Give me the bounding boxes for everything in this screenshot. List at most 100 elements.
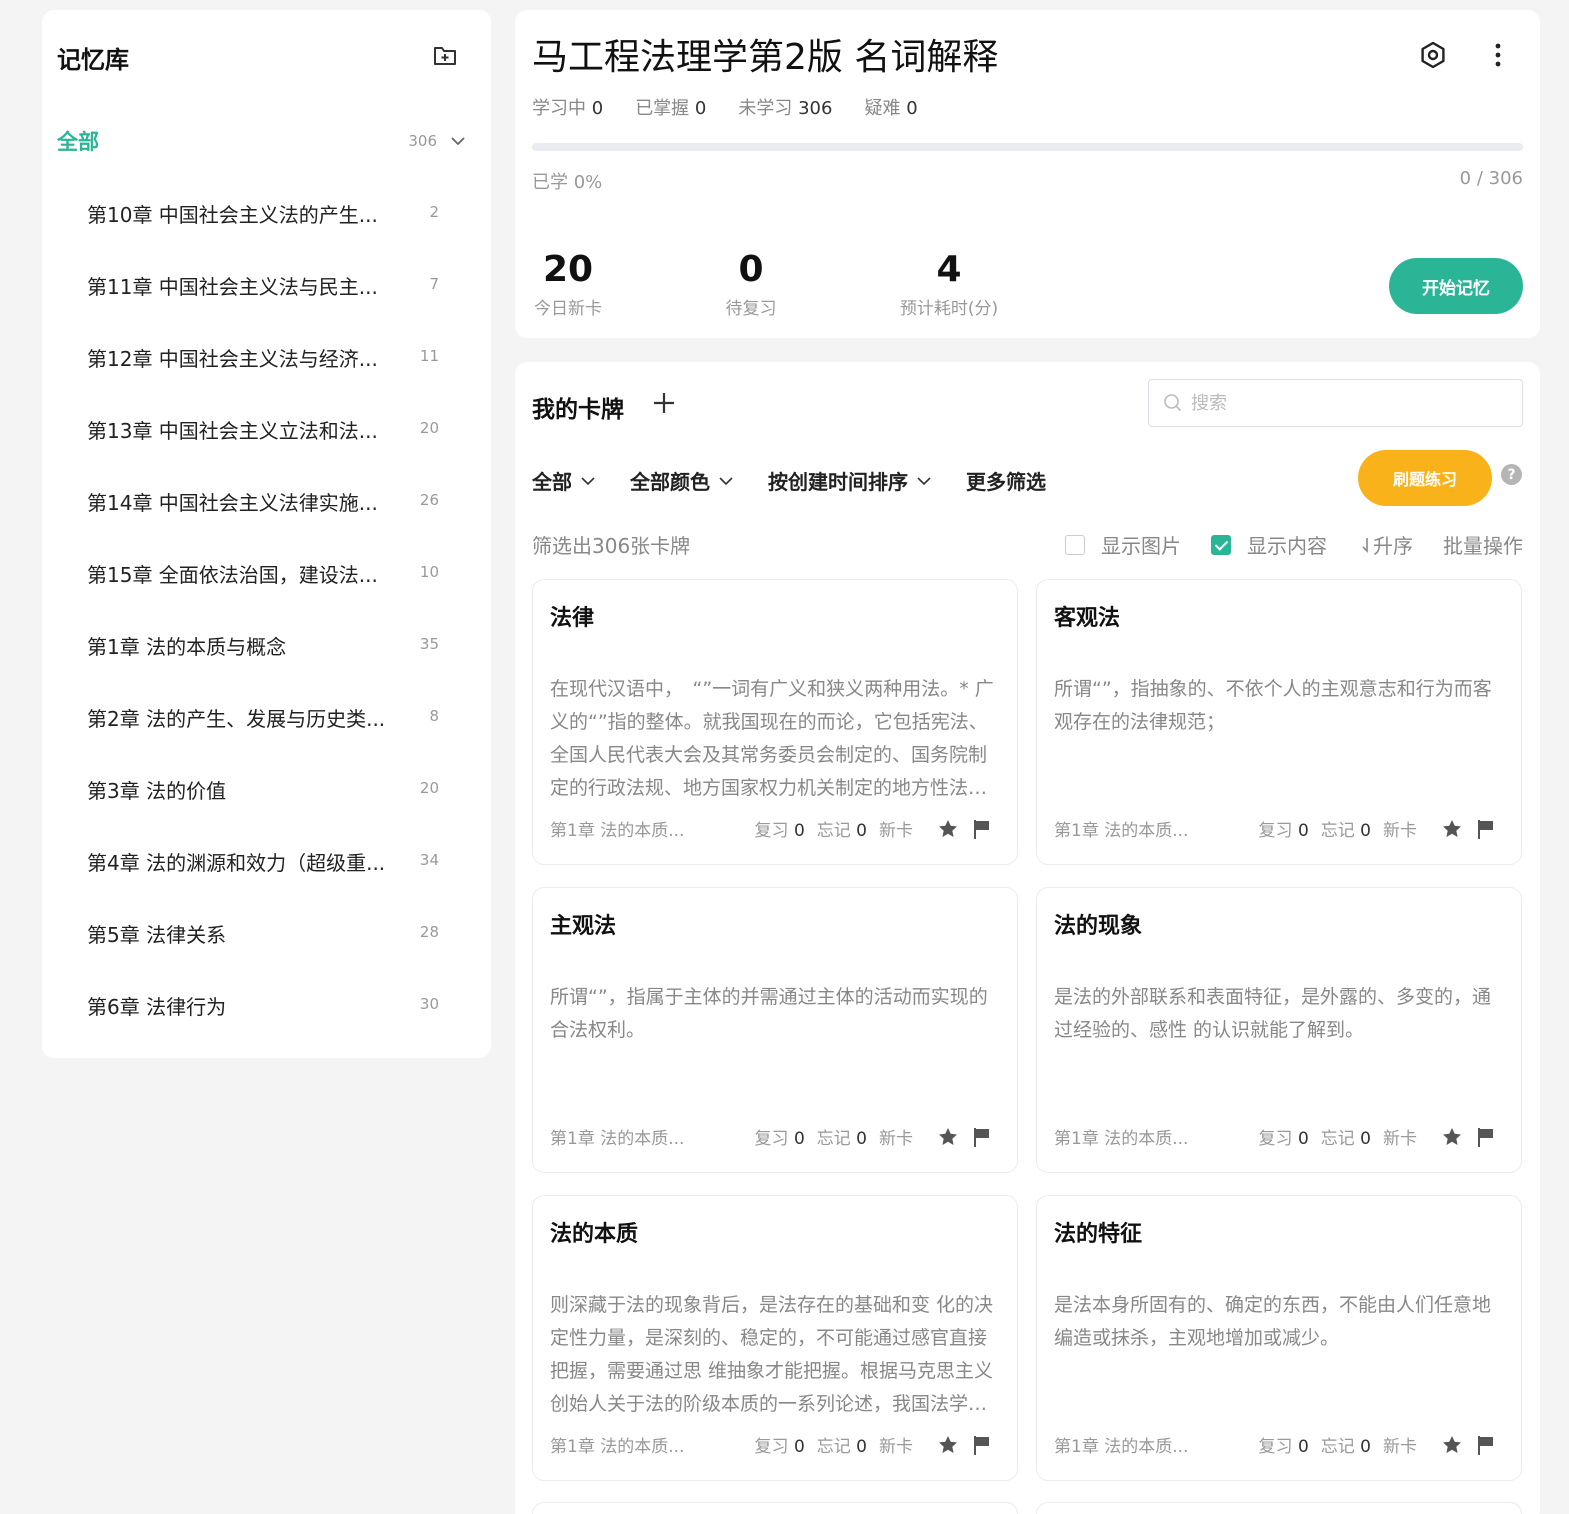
card-review-count: 复习 0 [754,821,805,841]
sidebar-item-label: 第13章 中国社会主义立法和法... [87,419,378,443]
sidebar-item-all[interactable]: 全部 306 [57,123,467,159]
card-footer: 第1章 法的本质... 复习 0 忘记 0 新卡 [1054,816,1497,841]
card-title: 法的现象 [1054,914,1143,939]
card-chapter: 第1章 法的本质... [1054,1129,1189,1149]
filter-sort[interactable]: 按创建时间排序 [768,466,932,495]
star-icon[interactable] [937,818,959,840]
card[interactable]: 客观法 所谓“”，指抽象的、不依个人的主观意志和行为而客观存在的法律规范； 第1章 … [1036,579,1522,865]
sidebar-item-count: 26 [419,491,439,509]
sidebar-item-count: 2 [429,203,439,221]
view-options: 显示图片 显示内容 升序 批量操作 [1035,530,1523,559]
sidebar-item[interactable]: 第4章 法的渊源和效力（超级重... 34 [42,836,491,908]
card[interactable]: 法律在现代汉语中， “”一词有广义和狭义两种用法。* 广义的“”指的整体。就我国… [532,579,1018,865]
sidebar-item[interactable]: 第1章 法的本质与概念 35 [42,620,491,692]
card-title: 主观法 [550,914,617,939]
card-review-count: 复习 0 [1258,1129,1309,1149]
card-chapter: 第1章 法的本质... [1054,821,1189,841]
sidebar-item-label: 第2章 法的产生、发展与历史类... [87,707,386,731]
flag-icon[interactable] [971,1434,993,1456]
filter-scope[interactable]: 全部 [532,466,596,495]
search-input[interactable] [1191,392,1511,414]
card[interactable]: 法的本质 则深藏于法的现象背后，是法存在的基础和变 化的决定性力量，是深刻的、稳定… [532,1195,1018,1481]
star-icon[interactable] [1441,1434,1463,1456]
sidebar-item[interactable]: 第2章 法的产生、发展与历史类... 8 [42,692,491,764]
practice-button[interactable]: 刷题练习 [1358,450,1492,506]
sidebar-item[interactable]: 第10章 中国社会主义法的产生... 2 [42,188,491,260]
add-folder-icon[interactable] [432,42,458,68]
batch-operation-button[interactable]: 批量操作 [1443,530,1523,559]
sidebar-item[interactable]: 第6章 法律行为 30 [42,980,491,1052]
show-content-checkbox[interactable] [1211,534,1231,555]
sidebar-item[interactable]: 第14章 中国社会主义法律实施... 26 [42,476,491,548]
sidebar-item-count: 7 [429,275,439,293]
star-icon[interactable] [937,1434,959,1456]
plus-icon[interactable] [651,390,677,416]
card-title: 法的特征 [1054,1222,1143,1247]
card[interactable]: 主观法 所谓“”，指属于主体的并需通过主体的活动而实现的合法权利。 第1章 法的本质… [532,887,1018,1173]
sidebar-item-count: 30 [419,995,439,1013]
help-icon[interactable]: ? [1501,464,1522,485]
stat-mastered: 已掌握 0 [635,98,707,119]
stat-unlearned: 未学习 306 [738,98,833,119]
card[interactable]: 法的特征 是法本身所固有的、确定的东西，不能由人们任意地编造或抹杀，主观地增加或减… [1036,1195,1522,1481]
show-image-checkbox[interactable] [1065,534,1085,555]
flag-icon[interactable] [971,1126,993,1148]
sidebar-item[interactable]: 第11章 中国社会主义法与民主... 7 [42,260,491,332]
more-filters-button[interactable]: 更多筛选 [966,466,1046,495]
flag-icon[interactable] [1475,1126,1497,1148]
sort-arrow-icon [1362,537,1368,553]
show-image-toggle[interactable]: 显示图片 [1065,530,1181,559]
sidebar-item-label: 第12章 中国社会主义法与经济... [87,347,378,371]
star-icon[interactable] [1441,1126,1463,1148]
show-content-toggle[interactable]: 显示内容 [1211,530,1327,559]
gear-icon[interactable] [1418,40,1448,70]
card[interactable] [532,1502,1018,1514]
filter-color[interactable]: 全部颜色 [630,466,734,495]
sidebar-title: 记忆库 [57,46,129,74]
star-icon[interactable] [937,1126,959,1148]
card-title: 客观法 [1054,606,1121,631]
sidebar-item-count: 20 [419,779,439,797]
sidebar-item-label: 第10章 中国社会主义法的产生... [87,203,378,227]
chevron-down-icon[interactable] [449,132,467,150]
sidebar-item-label: 第14章 中国社会主义法律实施... [87,491,378,515]
card[interactable]: 法的现象 是法的外部联系和表面特征，是外露的、多变的，通过经验的、感性 的认识就能… [1036,887,1522,1173]
progress-bar [532,143,1523,151]
sidebar-item-count: 20 [419,419,439,437]
chevron-down-icon [581,476,595,485]
page-title: 马工程法理学第2版 名词解释 [532,37,999,78]
sidebar-item-count: 34 [419,851,439,869]
sidebar-list: 第10章 中国社会主义法的产生... 2 第11章 中国社会主义法与民主... 7 … [42,188,491,1052]
cards-title: 我的卡牌 [532,397,624,423]
sidebar-item[interactable]: 第12章 中国社会主义法与经济... 11 [42,332,491,404]
sidebar-item-count: 11 [419,347,439,365]
card-title: 法的本质 [550,1222,639,1247]
flag-icon[interactable] [1475,1434,1497,1456]
filter-count: 筛选出306张卡牌 [532,534,691,558]
sidebar-item[interactable]: 第5章 法律关系 28 [42,908,491,980]
sidebar-item-label: 第11章 中国社会主义法与民主... [87,275,378,299]
card[interactable] [1036,1502,1522,1514]
card-forget-count: 忘记 0 [1320,1129,1371,1149]
sidebar-item-count: 10 [419,563,439,581]
deck-panel: 马工程法理学第2版 名词解释 学习中 0 已掌握 0 未学习 306 疑难 0 … [515,10,1540,338]
more-vertical-icon[interactable] [1483,40,1513,70]
start-memorize-button[interactable]: 开始记忆 [1389,258,1523,314]
sidebar-item[interactable]: 第13章 中国社会主义立法和法... 20 [42,404,491,476]
sidebar-item[interactable]: 第3章 法的价值 20 [42,764,491,836]
estimate-stat: 4 预计耗时(分) [899,249,999,320]
sidebar-item-count: 8 [429,707,439,725]
card-chapter: 第1章 法的本质... [1054,1437,1189,1457]
flag-icon[interactable] [1475,818,1497,840]
star-icon[interactable] [1441,818,1463,840]
flag-icon[interactable] [971,818,993,840]
card-title: 法律 [550,606,595,631]
card-content: 在现代汉语中， “”一词有广义和狭义两种用法。* 广义的“”指的整体。就我国现在… [550,678,994,799]
sidebar-item-label: 第3章 法的价值 [87,779,227,803]
sidebar-item-count: 35 [419,635,439,653]
search-box[interactable] [1148,379,1523,427]
sort-asc-button[interactable]: 升序 [1357,530,1413,559]
sidebar-item-label: 第5章 法律关系 [87,923,227,947]
sidebar-item[interactable]: 第15章 全面依法治国，建设法... 10 [42,548,491,620]
filter-bar: 全部 全部颜色 按创建时间排序 更多筛选 [532,466,1080,495]
